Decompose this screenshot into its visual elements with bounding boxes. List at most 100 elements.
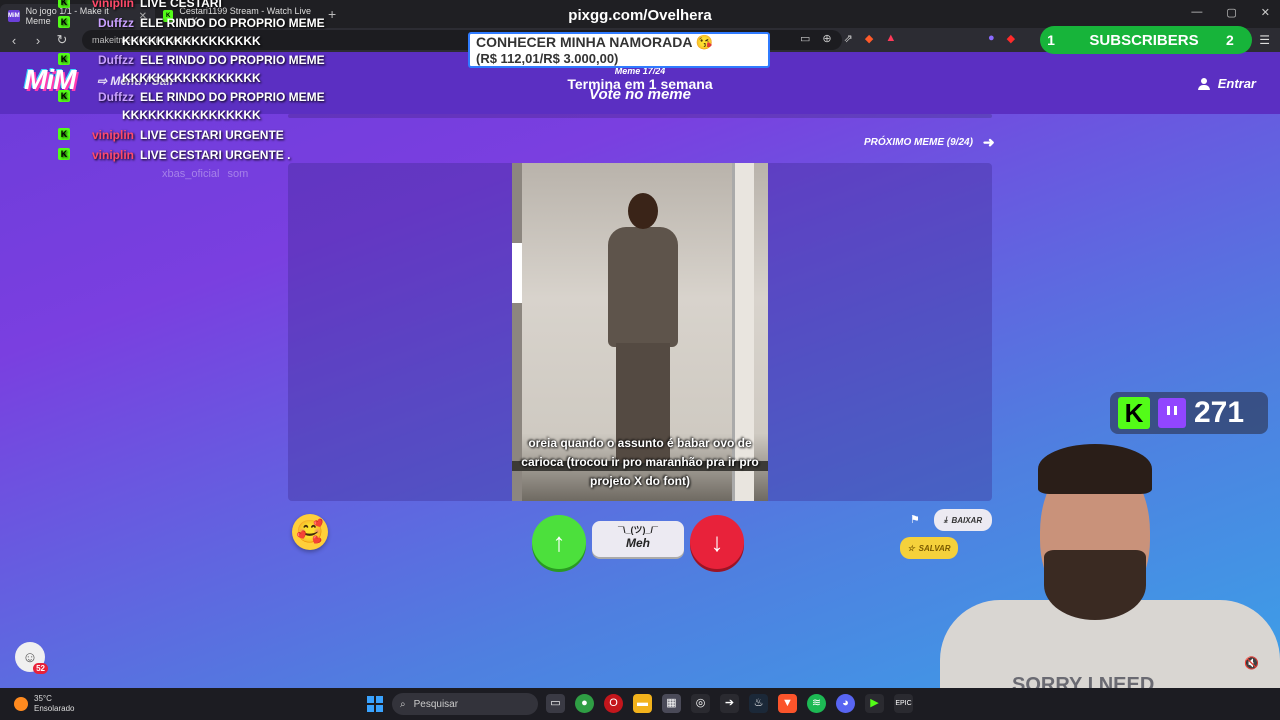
report-flag-icon[interactable]: ⚑ — [910, 513, 920, 526]
task-view-icon[interactable]: ▭ — [546, 694, 565, 713]
taskbar-apps: ▭ ● O ▬ ▦ ◎ ➔ ♨ ▼ ≋ ◕ ▶ EPIC — [546, 694, 913, 713]
kick-badge-icon: K — [58, 148, 70, 160]
chat-message: K Duffzz ELE RINDO DO PROPRIO MEME — [58, 53, 325, 67]
brave-rewards-icon[interactable]: ▲ — [885, 32, 896, 45]
app-icon[interactable]: ▶ — [865, 694, 884, 713]
file-explorer-icon[interactable]: ▬ — [633, 694, 652, 713]
chrome-icon[interactable]: ● — [575, 694, 594, 713]
notification-avatar[interactable]: ☺ 52 — [15, 642, 48, 674]
zoom-icon[interactable]: ⊕ — [822, 32, 831, 45]
faded-chat-overlay: xbas_oficial som — [162, 168, 248, 180]
kick-badge-icon: K — [58, 53, 70, 65]
spotify-icon[interactable]: ≋ — [807, 694, 826, 713]
chat-message-continued: KKKKKKKKKKKKKKKK — [122, 71, 261, 85]
extension-icon[interactable]: ◆ — [1007, 32, 1015, 45]
wall-board — [512, 243, 522, 303]
app-icon[interactable]: ➔ — [720, 694, 739, 713]
maximize-icon[interactable]: ▢ — [1226, 6, 1236, 19]
opera-icon[interactable]: O — [604, 694, 623, 713]
login-label: Entrar — [1217, 76, 1256, 91]
faded-text: som — [227, 168, 249, 180]
meme-caption: oreia quando o assunto é babar ovo de ca… — [521, 436, 759, 488]
reaction-emoji-button[interactable]: 🥰 — [292, 514, 328, 550]
faded-username: xbas_oficial — [162, 168, 220, 180]
viewer-count-widget: K 271 — [1110, 392, 1268, 434]
chat-username: viniplin — [92, 0, 134, 10]
next-meme-button[interactable]: PRÓXIMO MEME (9/24) ➜ — [864, 134, 995, 151]
chat-text: ELE RINDO DO PROPRIO MEME — [140, 90, 325, 104]
exit-icon: ⇨ — [97, 74, 111, 88]
twitch-logo-icon — [1158, 398, 1186, 428]
speaker-icon[interactable]: 🔇 — [1244, 656, 1259, 670]
chat-username: Duffzz — [98, 53, 134, 67]
chat-text: KKKKKKKKKKKKKKKK — [122, 71, 261, 85]
weather-condition: Ensolarado — [34, 704, 75, 713]
reload-icon[interactable]: ↻ — [52, 32, 72, 48]
streamer-webcam: SORRY I NEED — [940, 440, 1280, 688]
temperature: 35°C — [34, 694, 52, 703]
kick-badge-icon: K — [58, 0, 70, 8]
donation-goal-popup: CONHECER MINHA NAMORADA 😘 (R$ 112,01/R$ … — [468, 32, 770, 68]
subscribers-goal: 2 — [1226, 32, 1234, 48]
discord-icon[interactable]: ◕ — [836, 694, 855, 713]
chat-text: KKKKKKKKKKKKKKKK — [122, 34, 261, 48]
search-placeholder: Pesquisar — [413, 698, 459, 710]
donation-goal-progress: (R$ 112,01/R$ 3.000,00) — [476, 51, 619, 66]
back-icon[interactable]: ‹ — [4, 33, 24, 48]
kick-badge-icon: K — [58, 90, 70, 102]
search-icon: ⌕ — [400, 698, 406, 710]
windows-start-icon[interactable] — [367, 696, 383, 712]
chat-text: ELE RINDO DO PROPRIO MEME — [140, 53, 325, 67]
login-button[interactable]: Entrar — [1197, 76, 1256, 91]
shirt-text: SORRY I NEED — [1012, 674, 1155, 688]
chat-message: K viniplin LIVE CESTARI — [58, 0, 222, 10]
epic-games-icon[interactable]: EPIC — [894, 694, 913, 713]
vote-progress-track — [288, 114, 992, 118]
arrow-up-icon: ↑ — [552, 526, 566, 557]
kick-logo-icon: K — [1118, 397, 1150, 429]
window-controls: — ▢ ✕ — [1191, 6, 1270, 19]
chat-message-continued: KKKKKKKKKKKKKKKK — [122, 108, 261, 122]
brave-icon[interactable]: ▼ — [778, 694, 797, 713]
subscribers-count: 1 — [1047, 32, 1055, 48]
taskbar-search[interactable]: ⌕ Pesquisar — [392, 693, 538, 715]
shrug-face: ¯\_(ツ)_/¯ — [618, 525, 658, 535]
subscribers-goal-bar: 1 SUBSCRIBERS 2 — [1040, 26, 1252, 54]
chat-text: ELE RINDO DO PROPRIO MEME — [140, 16, 325, 30]
arrow-down-icon: ↓ — [710, 526, 724, 557]
subscribers-label: SUBSCRIBERS — [1089, 31, 1199, 49]
meh-button[interactable]: ¯\_(ツ)_/¯ Meh — [592, 521, 684, 557]
weather-widget[interactable]: 35°C Ensolarado — [14, 694, 74, 714]
chat-text: LIVE CESTARI URGENTE . — [140, 148, 291, 162]
share-icon[interactable]: ⇗ — [844, 32, 853, 45]
browser-extensions: ▭ ⊕ ⇗ ◆ ▲ — [800, 32, 896, 45]
chat-username: Duffzz — [98, 16, 134, 30]
extension-icon[interactable]: ● — [988, 32, 995, 45]
chat-text: KKKKKKKKKKKKKKKK — [122, 108, 261, 122]
meh-label: Meh — [626, 536, 650, 550]
kick-badge-icon: K — [58, 128, 70, 140]
webcam-hair — [1038, 444, 1152, 494]
close-window-icon[interactable]: ✕ — [1261, 6, 1270, 19]
vote-title: Vote no meme — [589, 86, 691, 103]
browser-menu-icon[interactable]: ☰ — [1259, 33, 1270, 47]
brave-shield-icon[interactable]: ◆ — [865, 32, 873, 45]
github-icon[interactable]: ◎ — [691, 694, 710, 713]
steam-icon[interactable]: ♨ — [749, 694, 768, 713]
chat-username: viniplin — [92, 148, 134, 162]
app-icon[interactable]: ▦ — [662, 694, 681, 713]
minimize-icon[interactable]: — — [1191, 6, 1202, 19]
cast-icon[interactable]: ▭ — [800, 32, 810, 45]
chat-username: viniplin — [92, 128, 134, 142]
chat-text: LIVE CESTARI URGENTE — [140, 128, 284, 142]
viewer-count: 271 — [1194, 396, 1245, 429]
forward-icon[interactable]: › — [28, 33, 48, 48]
next-meme-label: PRÓXIMO MEME (9/24) — [864, 137, 973, 148]
upvote-button[interactable]: ↑ — [532, 515, 586, 569]
chat-username: Duffzz — [98, 90, 134, 104]
downvote-button[interactable]: ↓ — [690, 515, 744, 569]
extensions-right: ● ◆ — [988, 32, 1015, 45]
donation-goal-title: CONHECER MINHA NAMORADA 😘 — [476, 34, 714, 50]
notification-badge: 52 — [33, 663, 48, 674]
chat-text: LIVE CESTARI — [140, 0, 222, 10]
